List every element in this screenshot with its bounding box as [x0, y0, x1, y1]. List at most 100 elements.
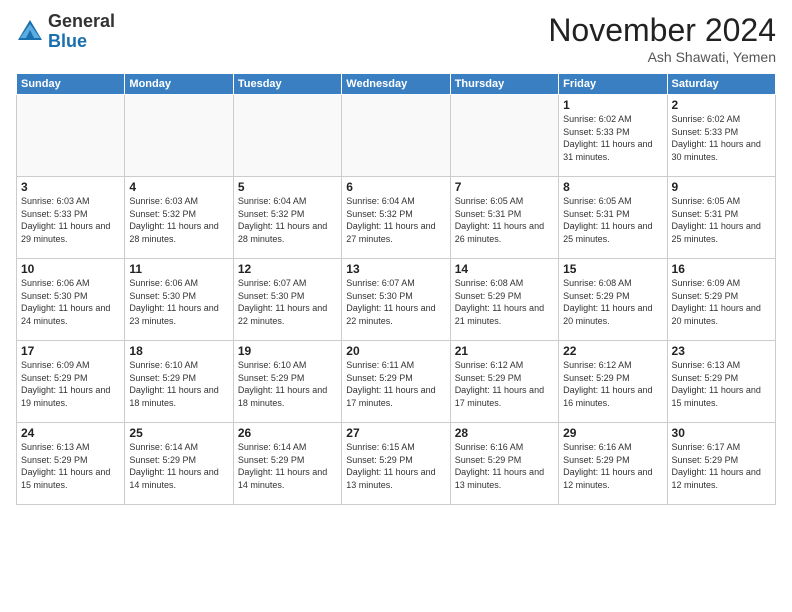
day-number: 5 [238, 180, 337, 194]
day-info: Sunrise: 6:12 AM Sunset: 5:29 PM Dayligh… [563, 359, 662, 409]
logo-blue: Blue [48, 31, 87, 51]
day-number: 21 [455, 344, 554, 358]
day-info: Sunrise: 6:12 AM Sunset: 5:29 PM Dayligh… [455, 359, 554, 409]
day-number: 19 [238, 344, 337, 358]
calendar-cell: 20Sunrise: 6:11 AM Sunset: 5:29 PM Dayli… [342, 341, 450, 423]
day-number: 6 [346, 180, 445, 194]
header-thursday: Thursday [450, 74, 558, 95]
day-number: 3 [21, 180, 120, 194]
calendar-cell: 27Sunrise: 6:15 AM Sunset: 5:29 PM Dayli… [342, 423, 450, 505]
day-number: 29 [563, 426, 662, 440]
day-number: 9 [672, 180, 771, 194]
day-info: Sunrise: 6:16 AM Sunset: 5:29 PM Dayligh… [563, 441, 662, 491]
day-number: 22 [563, 344, 662, 358]
calendar-cell: 2Sunrise: 6:02 AM Sunset: 5:33 PM Daylig… [667, 95, 775, 177]
calendar-week-4: 24Sunrise: 6:13 AM Sunset: 5:29 PM Dayli… [17, 423, 776, 505]
calendar-cell: 30Sunrise: 6:17 AM Sunset: 5:29 PM Dayli… [667, 423, 775, 505]
calendar-cell: 1Sunrise: 6:02 AM Sunset: 5:33 PM Daylig… [559, 95, 667, 177]
calendar-cell: 10Sunrise: 6:06 AM Sunset: 5:30 PM Dayli… [17, 259, 125, 341]
day-number: 25 [129, 426, 228, 440]
day-info: Sunrise: 6:10 AM Sunset: 5:29 PM Dayligh… [238, 359, 337, 409]
calendar-cell: 21Sunrise: 6:12 AM Sunset: 5:29 PM Dayli… [450, 341, 558, 423]
day-info: Sunrise: 6:03 AM Sunset: 5:33 PM Dayligh… [21, 195, 120, 245]
calendar-cell [233, 95, 341, 177]
title-section: November 2024 Ash Shawati, Yemen [548, 12, 776, 65]
logo-general: General [48, 11, 115, 31]
calendar-cell: 7Sunrise: 6:05 AM Sunset: 5:31 PM Daylig… [450, 177, 558, 259]
calendar-cell: 15Sunrise: 6:08 AM Sunset: 5:29 PM Dayli… [559, 259, 667, 341]
day-info: Sunrise: 6:06 AM Sunset: 5:30 PM Dayligh… [21, 277, 120, 327]
calendar-week-2: 10Sunrise: 6:06 AM Sunset: 5:30 PM Dayli… [17, 259, 776, 341]
day-number: 23 [672, 344, 771, 358]
calendar-cell: 17Sunrise: 6:09 AM Sunset: 5:29 PM Dayli… [17, 341, 125, 423]
header-saturday: Saturday [667, 74, 775, 95]
header-friday: Friday [559, 74, 667, 95]
header-tuesday: Tuesday [233, 74, 341, 95]
day-info: Sunrise: 6:04 AM Sunset: 5:32 PM Dayligh… [346, 195, 445, 245]
page: General Blue November 2024 Ash Shawati, … [0, 0, 792, 612]
month-title: November 2024 [548, 12, 776, 49]
calendar-cell: 11Sunrise: 6:06 AM Sunset: 5:30 PM Dayli… [125, 259, 233, 341]
calendar-cell [342, 95, 450, 177]
calendar-cell: 16Sunrise: 6:09 AM Sunset: 5:29 PM Dayli… [667, 259, 775, 341]
calendar-week-3: 17Sunrise: 6:09 AM Sunset: 5:29 PM Dayli… [17, 341, 776, 423]
calendar-cell: 26Sunrise: 6:14 AM Sunset: 5:29 PM Dayli… [233, 423, 341, 505]
day-info: Sunrise: 6:08 AM Sunset: 5:29 PM Dayligh… [563, 277, 662, 327]
day-info: Sunrise: 6:08 AM Sunset: 5:29 PM Dayligh… [455, 277, 554, 327]
day-info: Sunrise: 6:06 AM Sunset: 5:30 PM Dayligh… [129, 277, 228, 327]
day-info: Sunrise: 6:13 AM Sunset: 5:29 PM Dayligh… [21, 441, 120, 491]
day-info: Sunrise: 6:11 AM Sunset: 5:29 PM Dayligh… [346, 359, 445, 409]
day-number: 10 [21, 262, 120, 276]
calendar-cell: 6Sunrise: 6:04 AM Sunset: 5:32 PM Daylig… [342, 177, 450, 259]
day-number: 1 [563, 98, 662, 112]
logo-icon [16, 18, 44, 46]
day-number: 24 [21, 426, 120, 440]
day-info: Sunrise: 6:02 AM Sunset: 5:33 PM Dayligh… [672, 113, 771, 163]
day-info: Sunrise: 6:14 AM Sunset: 5:29 PM Dayligh… [238, 441, 337, 491]
header-wednesday: Wednesday [342, 74, 450, 95]
calendar-cell: 13Sunrise: 6:07 AM Sunset: 5:30 PM Dayli… [342, 259, 450, 341]
day-info: Sunrise: 6:09 AM Sunset: 5:29 PM Dayligh… [672, 277, 771, 327]
day-number: 8 [563, 180, 662, 194]
day-number: 13 [346, 262, 445, 276]
logo-text: General Blue [48, 12, 115, 52]
calendar-week-0: 1Sunrise: 6:02 AM Sunset: 5:33 PM Daylig… [17, 95, 776, 177]
day-number: 7 [455, 180, 554, 194]
day-number: 28 [455, 426, 554, 440]
calendar: Sunday Monday Tuesday Wednesday Thursday… [16, 73, 776, 505]
header-sunday: Sunday [17, 74, 125, 95]
calendar-cell: 9Sunrise: 6:05 AM Sunset: 5:31 PM Daylig… [667, 177, 775, 259]
calendar-cell: 25Sunrise: 6:14 AM Sunset: 5:29 PM Dayli… [125, 423, 233, 505]
calendar-cell: 4Sunrise: 6:03 AM Sunset: 5:32 PM Daylig… [125, 177, 233, 259]
day-info: Sunrise: 6:05 AM Sunset: 5:31 PM Dayligh… [563, 195, 662, 245]
day-info: Sunrise: 6:14 AM Sunset: 5:29 PM Dayligh… [129, 441, 228, 491]
day-number: 11 [129, 262, 228, 276]
calendar-cell [450, 95, 558, 177]
day-info: Sunrise: 6:05 AM Sunset: 5:31 PM Dayligh… [672, 195, 771, 245]
day-number: 16 [672, 262, 771, 276]
day-number: 2 [672, 98, 771, 112]
day-number: 30 [672, 426, 771, 440]
calendar-cell: 8Sunrise: 6:05 AM Sunset: 5:31 PM Daylig… [559, 177, 667, 259]
calendar-cell: 3Sunrise: 6:03 AM Sunset: 5:33 PM Daylig… [17, 177, 125, 259]
calendar-header: Sunday Monday Tuesday Wednesday Thursday… [17, 74, 776, 95]
day-number: 14 [455, 262, 554, 276]
calendar-cell: 5Sunrise: 6:04 AM Sunset: 5:32 PM Daylig… [233, 177, 341, 259]
day-number: 26 [238, 426, 337, 440]
calendar-cell: 23Sunrise: 6:13 AM Sunset: 5:29 PM Dayli… [667, 341, 775, 423]
day-info: Sunrise: 6:05 AM Sunset: 5:31 PM Dayligh… [455, 195, 554, 245]
calendar-cell: 19Sunrise: 6:10 AM Sunset: 5:29 PM Dayli… [233, 341, 341, 423]
day-number: 15 [563, 262, 662, 276]
header-row: Sunday Monday Tuesday Wednesday Thursday… [17, 74, 776, 95]
day-info: Sunrise: 6:13 AM Sunset: 5:29 PM Dayligh… [672, 359, 771, 409]
day-info: Sunrise: 6:09 AM Sunset: 5:29 PM Dayligh… [21, 359, 120, 409]
day-number: 27 [346, 426, 445, 440]
day-info: Sunrise: 6:15 AM Sunset: 5:29 PM Dayligh… [346, 441, 445, 491]
header: General Blue November 2024 Ash Shawati, … [16, 12, 776, 65]
calendar-cell: 28Sunrise: 6:16 AM Sunset: 5:29 PM Dayli… [450, 423, 558, 505]
day-info: Sunrise: 6:10 AM Sunset: 5:29 PM Dayligh… [129, 359, 228, 409]
day-info: Sunrise: 6:02 AM Sunset: 5:33 PM Dayligh… [563, 113, 662, 163]
calendar-cell [17, 95, 125, 177]
calendar-week-1: 3Sunrise: 6:03 AM Sunset: 5:33 PM Daylig… [17, 177, 776, 259]
day-number: 18 [129, 344, 228, 358]
